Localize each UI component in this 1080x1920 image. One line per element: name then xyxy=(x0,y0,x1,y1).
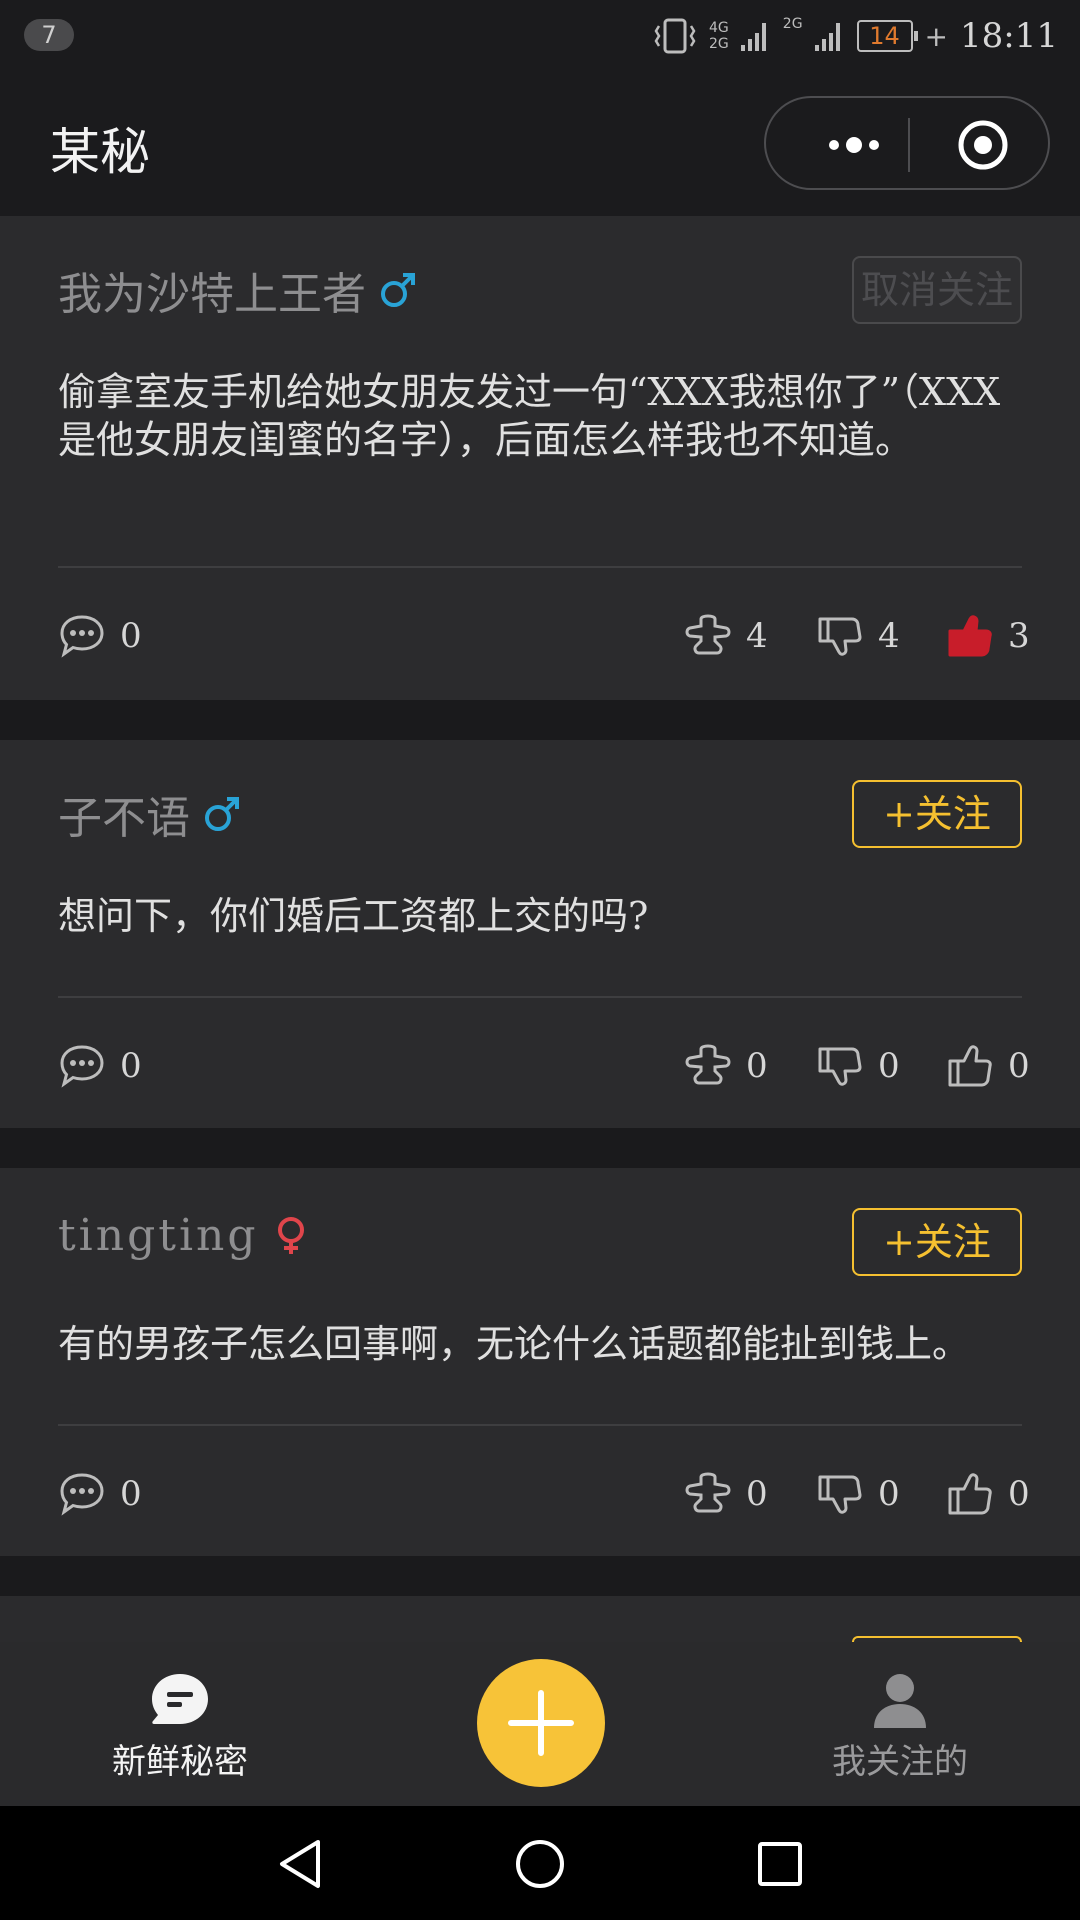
follow-button[interactable]: +关注 xyxy=(852,1208,1022,1276)
dislike-button[interactable]: 0 xyxy=(816,1468,900,1520)
like-button[interactable]: 0 xyxy=(946,1040,1030,1092)
comment-count: 0 xyxy=(120,1046,142,1086)
thumbs-down-icon xyxy=(818,1047,862,1086)
dislike-button[interactable]: 4 xyxy=(816,610,900,662)
post-actions: 0 4 4 3 xyxy=(58,610,1030,662)
hug-icon xyxy=(685,614,731,655)
comment-count: 0 xyxy=(120,616,142,656)
card-gap xyxy=(0,700,1080,740)
divider xyxy=(58,996,1022,998)
hug-count: 4 xyxy=(746,616,768,656)
capsule-divider xyxy=(908,118,910,172)
status-bar-right: 4G 2G 2G 14 + 18:11 xyxy=(653,14,1058,58)
tab-bar: 新鲜秘密 我关注的 xyxy=(0,1642,1080,1806)
female-icon xyxy=(277,1216,304,1254)
add-post-button[interactable] xyxy=(477,1659,605,1787)
nav-bar: 某秘 xyxy=(0,72,1080,216)
chat-bubble-icon xyxy=(152,1674,208,1724)
clock: 18:11 xyxy=(960,16,1058,56)
author-name: tingting xyxy=(58,1210,259,1261)
post-content[interactable]: 偷拿室友手机给她女朋友发过一句“XXX我想你了”（XXX是他女朋友闺蜜的名字），… xyxy=(58,368,1022,464)
network-type-label: 4G 2G xyxy=(709,20,729,52)
comment-icon xyxy=(60,615,104,658)
post-content[interactable]: 想问下，你们婚后工资都上交的吗? xyxy=(58,892,1022,940)
like-count: 0 xyxy=(1008,1046,1030,1086)
post-author[interactable]: 子不语 xyxy=(58,782,242,846)
dislike-count: 0 xyxy=(878,1046,900,1086)
male-icon xyxy=(205,797,239,831)
post-card xyxy=(0,1596,1080,1642)
post-actions: 0 0 0 0 xyxy=(58,1040,1030,1092)
plus-icon xyxy=(508,1690,574,1756)
post-actions: 0 0 0 0 xyxy=(58,1468,1030,1520)
thumbs-up-icon xyxy=(948,1473,992,1515)
recents-icon[interactable] xyxy=(754,1838,806,1890)
thumbs-up-icon xyxy=(948,1045,992,1087)
thumbs-down-icon xyxy=(818,1475,862,1514)
unfollow-button[interactable]: 取消关注 xyxy=(852,256,1022,324)
divider xyxy=(58,566,1022,568)
like-button[interactable]: 0 xyxy=(946,1468,1030,1520)
system-nav-bar xyxy=(0,1806,1080,1920)
comment-icon xyxy=(60,1473,104,1516)
network-2g-label: 2G xyxy=(782,16,803,32)
card-gap xyxy=(0,1556,1080,1596)
signal-icon xyxy=(814,23,840,51)
author-name: 子不语 xyxy=(58,793,190,844)
tab-label: 新鲜秘密 xyxy=(112,1742,248,1782)
hug-count: 0 xyxy=(746,1474,768,1514)
menu-capsule xyxy=(764,96,1050,190)
like-count: 0 xyxy=(1008,1474,1030,1514)
battery-icon: 14 xyxy=(856,20,918,52)
hug-button[interactable]: 4 xyxy=(684,610,768,662)
hug-count: 0 xyxy=(746,1046,768,1086)
more-icon[interactable] xyxy=(806,118,902,172)
post-content[interactable]: 有的男孩子怎么回事啊，无论什么话题都能扯到钱上。 xyxy=(58,1320,1022,1368)
male-icon xyxy=(381,273,415,307)
dislike-button[interactable]: 0 xyxy=(816,1040,900,1092)
post-card: 子不语 +关注 想问下，你们婚后工资都上交的吗? 0 0 0 0 xyxy=(0,740,1080,1128)
comment-button[interactable]: 0 xyxy=(58,610,142,662)
comment-button[interactable]: 0 xyxy=(58,1040,142,1092)
tab-following[interactable]: 我关注的 xyxy=(790,1672,1010,1783)
comment-count: 0 xyxy=(120,1474,142,1514)
like-count: 3 xyxy=(1008,616,1030,656)
comment-button[interactable]: 0 xyxy=(58,1468,142,1520)
post-author[interactable]: 我为沙特上王者 xyxy=(58,258,418,322)
divider xyxy=(58,1424,1022,1426)
post-card: tingting +关注 有的男孩子怎么回事啊，无论什么话题都能扯到钱上。 0 … xyxy=(0,1168,1080,1556)
post-author[interactable]: tingting xyxy=(58,1210,311,1261)
page-title: 某秘 xyxy=(50,123,150,181)
hug-icon xyxy=(685,1472,731,1513)
target-icon[interactable] xyxy=(956,118,1010,172)
status-bar: 7 4G 2G 2G 14 + 18:11 xyxy=(0,0,1080,72)
card-gap xyxy=(0,1128,1080,1168)
like-button[interactable]: 3 xyxy=(946,610,1030,662)
comment-icon xyxy=(60,1045,104,1088)
notification-badge: 7 xyxy=(24,19,74,51)
charging-indicator: + xyxy=(924,19,949,53)
back-icon[interactable] xyxy=(274,1838,326,1890)
tab-label: 我关注的 xyxy=(832,1742,968,1782)
post-card: 我为沙特上王者 取消关注 偷拿室友手机给她女朋友发过一句“XXX我想你了”（XX… xyxy=(0,216,1080,700)
dislike-count: 0 xyxy=(878,1474,900,1514)
hug-button[interactable]: 0 xyxy=(684,1040,768,1092)
dislike-count: 4 xyxy=(878,616,900,656)
author-name: 我为沙特上王者 xyxy=(58,269,366,320)
thumbs-up-icon xyxy=(948,615,992,657)
hug-icon xyxy=(685,1044,731,1085)
home-icon[interactable] xyxy=(514,1838,566,1890)
thumbs-down-icon xyxy=(818,617,862,656)
person-icon xyxy=(874,1674,926,1728)
follow-button[interactable]: +关注 xyxy=(852,780,1022,848)
vibrate-icon xyxy=(654,18,696,54)
hug-button[interactable]: 0 xyxy=(684,1468,768,1520)
signal-icon xyxy=(740,23,766,51)
tab-fresh-secrets[interactable]: 新鲜秘密 xyxy=(70,1672,290,1783)
